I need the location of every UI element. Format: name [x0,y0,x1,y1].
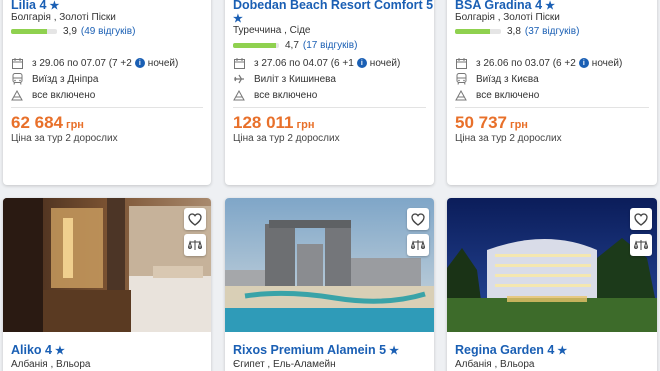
rating-row: 3,9 (49 відгуків) [11,26,135,37]
favorite-button[interactable] [407,208,429,230]
price-note: Ціна за тур 2 дорослих [11,133,118,144]
rating-bar [233,43,279,48]
meal-row: все включено [455,89,539,101]
compare-button[interactable] [630,234,652,256]
dates-row: з 27.06 по 04.07 (6 +1 i ночей) [233,57,400,69]
departure-text: Виїзд з Києва [476,73,539,85]
rating-row: 4,7 (17 відгуків) [233,40,357,51]
nights-text: ночей) [147,57,179,69]
star-icon: ★ [49,0,60,12]
tour-card[interactable]: Aliko 4 ★ Албанія , Вльора [3,198,211,371]
nights-text: ночей) [591,57,623,69]
heart-icon [188,212,202,226]
rating-bar [11,29,57,34]
hotel-location: Болгарія , Золоті Піски [455,12,560,23]
tour-card[interactable]: Lilia 4 ★ Болгарія , Золоті Піски 3,9 (49… [3,0,211,185]
hotel-room-photo[interactable] [3,198,211,332]
hotel-name-link[interactable]: Regina Garden 4 ★ [455,343,567,357]
bus-icon [455,73,467,85]
scales-icon [411,240,425,250]
compare-button[interactable] [407,234,429,256]
departure-text: Виїзд з Дніпра [32,73,99,85]
dates-text: з 29.06 по 07.07 (7 +2 [32,57,132,69]
meal-icon [233,89,245,101]
price-note: Ціна за тур 2 дорослих [233,133,340,144]
night-hotel-photo[interactable] [447,198,657,332]
price: 128 011 грн [233,113,315,132]
departure-row: Виїзд з Дніпра [11,73,98,85]
tour-results-grid: Lilia 4 ★ Болгарія , Золоті Піски 3,9 (49… [0,0,660,371]
departure-text: Виліт з Кишинева [254,73,336,85]
reviews-link[interactable]: (17 відгуків) [303,40,358,51]
compare-button[interactable] [184,234,206,256]
heart-icon [634,212,648,226]
hotel-location: Албанія , Вльора [455,359,535,370]
meal-row: все включено [11,89,95,101]
resort-tower-photo[interactable] [225,198,434,332]
departure-row: Виліт з Кишинева [233,73,336,85]
tour-card[interactable]: Rixos Premium Alamein 5 ★ Єгипет , Ель-Ал… [225,198,434,371]
dates-row: з 26.06 по 03.07 (6 +2 i ночей) [455,57,622,69]
favorite-button[interactable] [184,208,206,230]
meal-row: все включено [233,89,317,101]
price-note: Ціна за тур 2 дорослих [455,133,562,144]
rating-value: 4,7 [285,40,299,51]
calendar-icon [233,57,245,69]
hotel-location: Туреччина , Сіде [233,25,311,36]
favorite-button[interactable] [630,208,652,230]
star-icon: ★ [233,13,243,25]
divider [11,107,203,108]
departure-row: Виїзд з Києва [455,73,539,85]
dates-text: з 27.06 по 04.07 (6 +1 [254,57,354,69]
plane-icon [233,73,245,85]
divider [233,107,426,108]
scales-icon [188,240,202,250]
reviews-link[interactable]: (37 відгуків) [525,26,580,37]
tour-card[interactable]: Regina Garden 4 ★ Албанія , Вльора [447,198,657,371]
dates-text: з 26.06 по 03.07 (6 +2 [476,57,576,69]
rating-bar [455,29,501,34]
reviews-link[interactable]: (49 відгуків) [81,26,136,37]
bus-icon [11,73,23,85]
meal-icon [455,89,467,101]
divider [455,107,649,108]
dates-row: з 29.06 по 07.07 (7 +2 i ночей) [11,57,178,69]
tour-card[interactable]: Dobedan Beach Resort Comfort 5 ★ Туреччи… [225,0,434,185]
hotel-name-link[interactable]: Aliko 4 ★ [11,343,65,357]
hotel-name-link[interactable]: BSA Gradina 4 ★ [455,0,555,12]
hotel-location: Болгарія , Золоті Піски [11,12,116,23]
rating-row: 3,8 (37 відгуків) [455,26,579,37]
hotel-name-link[interactable]: Rixos Premium Alamein 5 ★ [233,343,399,357]
hotel-name-link[interactable]: Dobedan Beach Resort Comfort 5 [233,0,433,12]
hotel-location: Єгипет , Ель-Аламейн [233,359,336,370]
meal-text: все включено [32,89,96,101]
heart-icon [411,212,425,226]
star-icon: ★ [389,345,399,357]
star-icon: ★ [545,0,555,12]
calendar-icon [11,57,23,69]
star-icon: ★ [55,345,65,357]
hotel-name-link[interactable]: Lilia 4 ★ [11,0,59,12]
info-icon[interactable]: i [134,58,145,68]
price: 62 684 грн [11,113,84,132]
tour-card[interactable]: BSA Gradina 4 ★ Болгарія , Золоті Піски 3… [447,0,657,185]
calendar-icon [455,57,467,69]
rating-value: 3,9 [63,26,77,37]
meal-icon [11,89,23,101]
scales-icon [634,240,648,250]
info-icon[interactable]: i [356,58,367,68]
meal-text: все включено [254,89,318,101]
hotel-location: Албанія , Вльора [11,359,91,370]
star-icon: ★ [557,345,568,357]
price: 50 737 грн [455,113,528,132]
meal-text: все включено [476,89,540,101]
info-icon[interactable]: i [578,58,589,68]
rating-value: 3,8 [507,26,521,37]
nights-text: ночей) [369,57,401,69]
